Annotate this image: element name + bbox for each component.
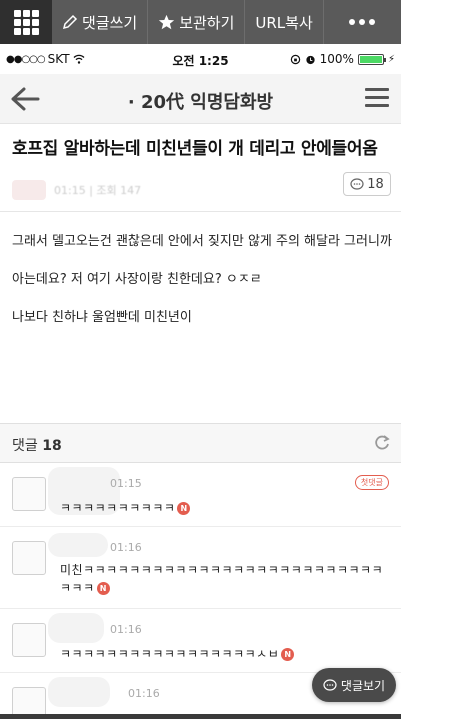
post-paragraph: 나보다 친하냐 울엄빤데 미친년이 bbox=[12, 310, 192, 325]
comment-count: 18 bbox=[367, 176, 384, 192]
new-badge: N bbox=[96, 582, 110, 595]
bookmark-button[interactable]: 보관하기 bbox=[148, 0, 246, 44]
new-badge: N bbox=[281, 648, 295, 661]
comment-item: 01:16 미친ㅋㅋㅋㅋㅋㅋㅋㅋㅋㅋㅋㅋㅋㅋㅋㅋㅋㅋㅋㅋㅋㅋㅋㅋㅋㅋㅋㅋㅋ N bbox=[0, 527, 401, 609]
more-button[interactable] bbox=[324, 0, 401, 44]
board-title: · 20代 익명담화방 bbox=[127, 92, 274, 113]
battery-icon bbox=[357, 53, 386, 65]
comments-header: 댓글 18 bbox=[0, 423, 401, 463]
comments-label-text: 댓글 bbox=[12, 438, 38, 454]
comment-time: 01:16 bbox=[128, 687, 160, 700]
comments-count: 18 bbox=[42, 438, 62, 454]
comment-time: 01:16 bbox=[110, 623, 142, 636]
new-badge: N bbox=[177, 502, 191, 515]
avatar bbox=[12, 541, 46, 575]
comment-time: 01:15 bbox=[110, 477, 142, 490]
more-dots-icon bbox=[349, 19, 376, 25]
comment-count-button[interactable]: 18 bbox=[343, 172, 391, 196]
status-icons: 100% ⚡ bbox=[290, 52, 395, 66]
comment-text-body: ㅋㅋㅋㅋㅋㅋㅋㅋㅋㅋㅋㅋㅋㅋㅋㅋㅋㅅㅂ bbox=[60, 647, 280, 661]
write-comment-label: 댓글쓰기 bbox=[82, 13, 138, 32]
view-comments-label: 댓글보기 bbox=[340, 678, 386, 693]
alarm-icon bbox=[306, 55, 315, 64]
view-comments-button[interactable]: 댓글보기 bbox=[312, 668, 396, 702]
nav-bar: · 20代 익명담화방 bbox=[0, 74, 401, 124]
comments-label: 댓글 18 bbox=[12, 435, 62, 455]
post-paragraph: 그래서 델고오는건 괜찮은데 안에서 짖지만 않게 주의 해달라 그러니까 bbox=[12, 234, 392, 249]
pencil-icon bbox=[62, 14, 78, 30]
commenter-name-blurred bbox=[48, 533, 108, 557]
comment-time: 01:16 bbox=[110, 541, 142, 554]
refresh-icon[interactable] bbox=[373, 434, 391, 452]
bookmark-label: 보관하기 bbox=[179, 13, 235, 32]
bottom-toolbar-edge bbox=[0, 714, 401, 719]
speech-bubble-icon bbox=[323, 678, 337, 691]
author-avatar-blurred bbox=[12, 180, 46, 200]
rotation-lock-icon bbox=[290, 54, 300, 64]
grid-menu-button[interactable] bbox=[0, 0, 52, 44]
comment-text: ㅋㅋㅋㅋㅋㅋㅋㅋㅋㅋㅋㅋㅋㅋㅋㅋㅋㅅㅂ N bbox=[60, 645, 295, 663]
post-meta: 01:15 | 조회 147 bbox=[12, 180, 141, 200]
copy-url-label: URL복사 bbox=[255, 13, 313, 32]
grid-icon bbox=[13, 9, 39, 35]
first-comment-badge: 첫댓글 bbox=[354, 475, 389, 490]
avatar bbox=[12, 623, 46, 657]
comment-text: 미친ㅋㅋㅋㅋㅋㅋㅋㅋㅋㅋㅋㅋㅋㅋㅋㅋㅋㅋㅋㅋㅋㅋㅋㅋㅋㅋㅋㅋㅋ N bbox=[60, 561, 390, 597]
avatar bbox=[12, 477, 46, 511]
post-body: 그래서 델고오는건 괜찮은데 안에서 짖지만 않게 주의 해달라 그러니까 아는… bbox=[12, 232, 392, 346]
post-paragraph: 아는데요? 저 여기 사장이랑 친한데요? ㅇㅈㄹ bbox=[12, 272, 262, 287]
comment-item: 01:16 ㅋㅋㅋㅋㅋㅋㅋㅋㅋㅋㅋㅋㅋㅋㅋㅋㅋㅅㅂ N bbox=[0, 609, 401, 673]
commenter-name-blurred bbox=[48, 613, 104, 643]
copy-url-button[interactable]: URL복사 bbox=[245, 0, 324, 44]
top-toolbar: 댓글쓰기 보관하기 URL복사 bbox=[0, 0, 401, 44]
post-meta-text: 01:15 | 조회 147 bbox=[54, 184, 142, 197]
post-header: 호프집 알바하는데 미친년들이 개 데리고 안에들어옴 01:15 | 조회 1… bbox=[0, 124, 401, 212]
comment-text: ㅋㅋㅋㅋㅋㅋㅋㅋㅋㅋ N bbox=[60, 499, 191, 517]
battery-percent: 100% bbox=[319, 52, 354, 66]
write-comment-button[interactable]: 댓글쓰기 bbox=[52, 0, 149, 44]
status-bar: ●●○○○ SKT 오전 1:25 100% ⚡ bbox=[0, 44, 401, 74]
hamburger-menu-icon[interactable] bbox=[365, 88, 389, 110]
speech-bubble-icon bbox=[350, 177, 364, 190]
comment-item: 01:15 첫댓글 ㅋㅋㅋㅋㅋㅋㅋㅋㅋㅋ N bbox=[0, 463, 401, 527]
star-icon bbox=[159, 14, 175, 29]
charging-icon: ⚡ bbox=[387, 53, 395, 65]
comment-text-body: ㅋㅋㅋㅋㅋㅋㅋㅋㅋㅋ bbox=[60, 501, 176, 515]
commenter-name-blurred bbox=[48, 677, 110, 707]
post-title: 호프집 알바하는데 미친년들이 개 데리고 안에들어옴 bbox=[12, 139, 378, 159]
